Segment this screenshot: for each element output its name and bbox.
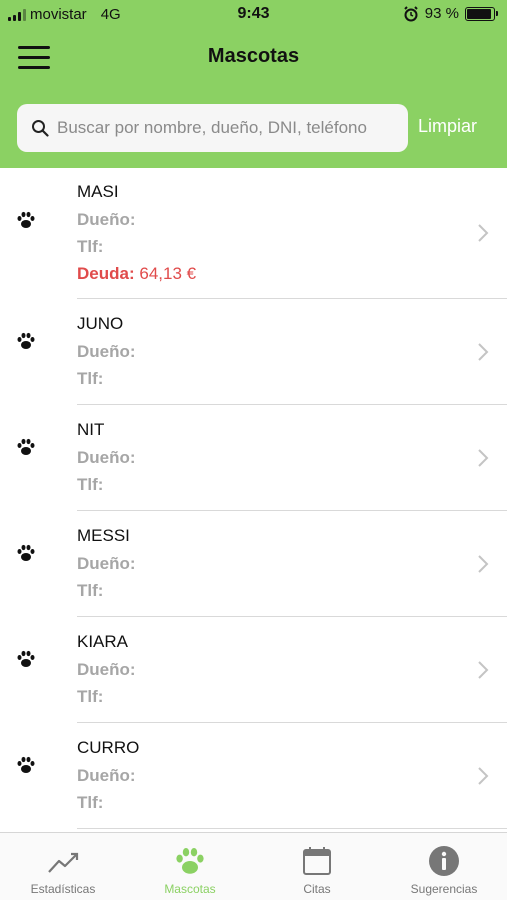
paw-icon xyxy=(17,650,35,667)
calendar-icon xyxy=(303,847,331,875)
tab-estadisticas[interactable]: Estadísticas xyxy=(0,833,126,900)
tab-label: Mascotas xyxy=(164,882,216,896)
pet-name: JUNO xyxy=(77,314,124,333)
paw-icon xyxy=(17,332,35,349)
pet-name: MESSI xyxy=(77,526,130,545)
phone-label: Tlf: xyxy=(77,475,104,494)
owner-label: Dueño: xyxy=(77,660,136,679)
phone-label: Tlf: xyxy=(77,369,104,388)
paw-icon xyxy=(17,544,35,561)
pet-name: NIT xyxy=(77,420,105,439)
list-item[interactable]: CURRO Dueño: Tlf: xyxy=(0,723,507,829)
chevron-right-icon xyxy=(478,767,489,785)
search-input[interactable] xyxy=(57,104,392,152)
list-item[interactable]: JUNO Dueño: Tlf: xyxy=(0,299,507,405)
tab-bar: Estadísticas Mascotas Citas Sugerencias xyxy=(0,832,507,900)
tab-label: Sugerencias xyxy=(410,882,478,896)
search-icon xyxy=(32,120,49,137)
chevron-right-icon xyxy=(478,661,489,679)
info-icon xyxy=(429,846,459,876)
chart-line-icon xyxy=(48,852,79,873)
status-bar: movistar 4G 9:43 93 % xyxy=(0,0,507,32)
status-right: 93 % xyxy=(403,5,498,22)
battery-icon xyxy=(465,6,498,21)
page-title: Mascotas xyxy=(207,45,300,67)
divider xyxy=(77,828,507,829)
app: movistar 4G 9:43 93 % Mascotas Buscar po… xyxy=(0,0,507,900)
clear-button[interactable]: Limpiar xyxy=(418,116,477,137)
search-bar[interactable] xyxy=(17,104,408,152)
debt-label: Deuda: xyxy=(77,264,135,283)
phone-label: Tlf: xyxy=(77,237,104,256)
chevron-right-icon xyxy=(478,555,489,573)
chevron-right-icon xyxy=(478,449,489,467)
pet-list: MASI Dueño: Tlf: Deuda: 64,13 € JUNO Due… xyxy=(0,168,507,829)
phone-label: Tlf: xyxy=(77,687,104,706)
list-item[interactable]: MASI Dueño: Tlf: Deuda: 64,13 € xyxy=(0,168,507,299)
pet-name: KIARA xyxy=(77,632,129,651)
owner-label: Dueño: xyxy=(77,766,136,785)
owner-label: Dueño: xyxy=(77,554,136,573)
tab-label: Estadísticas xyxy=(30,882,96,896)
tab-mascotas[interactable]: Mascotas xyxy=(127,833,253,900)
list-item[interactable]: MESSI Dueño: Tlf: xyxy=(0,511,507,617)
paw-icon xyxy=(176,848,204,874)
phone-label: Tlf: xyxy=(77,581,104,600)
alarm-icon xyxy=(404,5,418,21)
owner-label: Dueño: xyxy=(77,210,136,229)
debt-amount: 64,13 € xyxy=(139,264,197,283)
paw-icon xyxy=(17,438,35,455)
list-item[interactable]: KIARA Dueño: Tlf: xyxy=(0,617,507,723)
owner-label: Dueño: xyxy=(77,342,136,361)
debt-line: Deuda: 64,13 € xyxy=(77,264,196,284)
paw-icon xyxy=(17,756,35,773)
pet-name: CURRO xyxy=(77,738,140,757)
tab-citas[interactable]: Citas xyxy=(254,833,380,900)
header: movistar 4G 9:43 93 % Mascotas Buscar po… xyxy=(0,0,507,168)
tab-sugerencias[interactable]: Sugerencias xyxy=(381,833,507,900)
paw-icon xyxy=(17,211,35,228)
chevron-right-icon xyxy=(478,224,489,242)
list-item[interactable]: NIT Dueño: Tlf: xyxy=(0,405,507,511)
pet-name: MASI xyxy=(77,182,119,201)
chevron-right-icon xyxy=(478,343,489,361)
phone-label: Tlf: xyxy=(77,793,104,812)
battery-percent: 93 % xyxy=(424,5,459,22)
owner-label: Dueño: xyxy=(77,448,136,467)
tab-label: Citas xyxy=(303,882,331,896)
